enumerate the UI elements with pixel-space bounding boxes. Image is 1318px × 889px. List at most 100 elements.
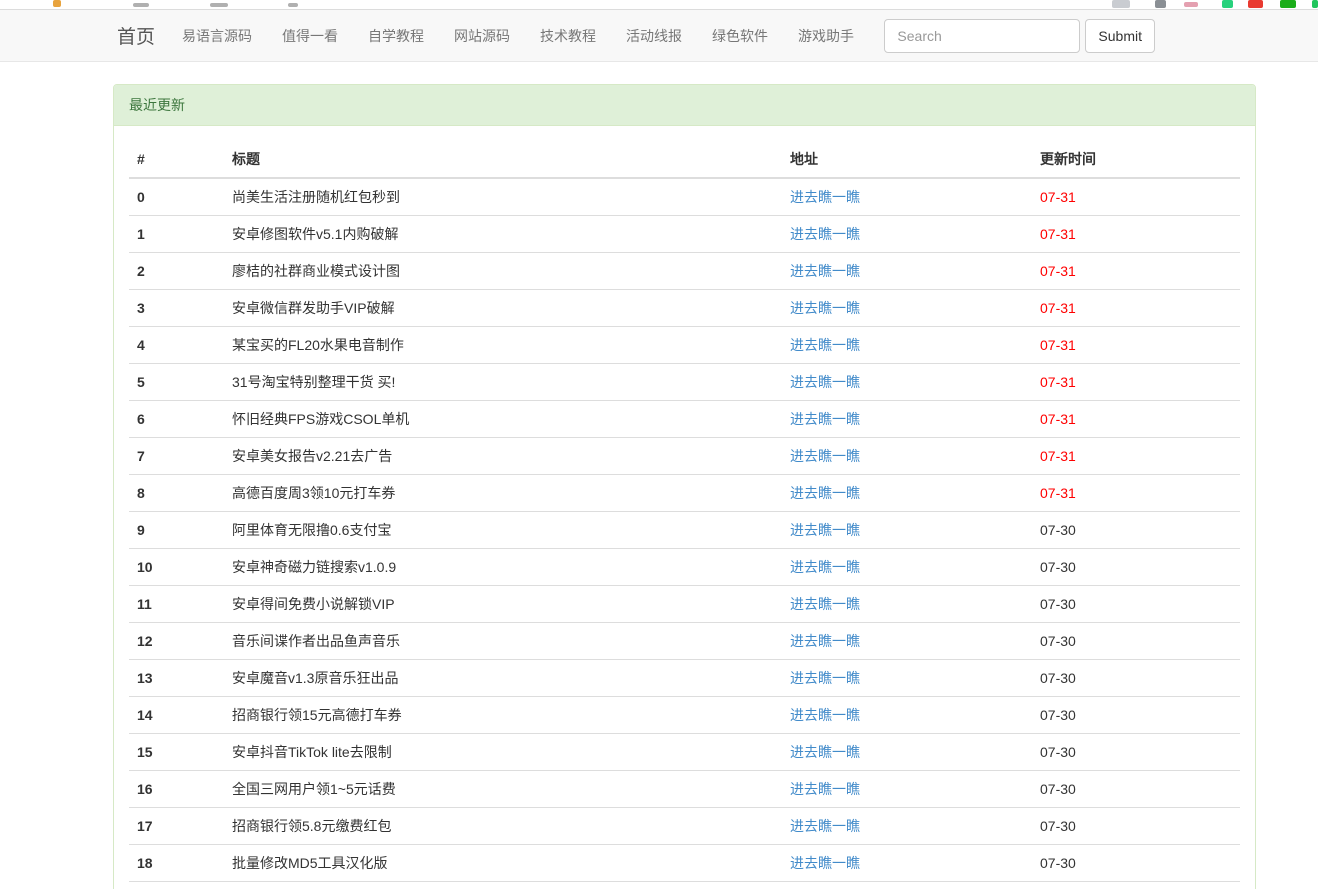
search-submit-button[interactable]: Submit [1085, 19, 1155, 53]
row-visit-link[interactable]: 进去瞧一瞧 [790, 374, 860, 390]
nav-item: 绿色软件 [697, 26, 783, 46]
nav-links: 易语言源码值得一看自学教程网站源码技术教程活动线报绿色软件游戏助手 [167, 26, 869, 46]
row-index: 9 [129, 512, 224, 549]
nav-link-1[interactable]: 值得一看 [267, 26, 353, 46]
row-date: 07-30 [1032, 623, 1240, 660]
table-row: 1 安卓修图软件v5.1内购破解 进去瞧一瞧 07-31 [129, 216, 1240, 253]
row-title: 尚美生活注册随机红包秒到 [224, 178, 782, 216]
row-visit-link[interactable]: 进去瞧一瞧 [790, 189, 860, 205]
table-row: 16 全国三网用户领1~5元话费 进去瞧一瞧 07-30 [129, 771, 1240, 808]
nav-link-0[interactable]: 易语言源码 [167, 26, 267, 46]
row-title: 安卓美女报告v2.21去广告 [224, 438, 782, 475]
row-index: 14 [129, 697, 224, 734]
row-title: 安卓抖音TikTok lite去限制 [224, 734, 782, 771]
row-visit-link[interactable]: 进去瞧一瞧 [790, 855, 860, 871]
nav-home-link[interactable]: 首页 [117, 22, 155, 49]
row-index: 10 [129, 549, 224, 586]
row-visit-link[interactable]: 进去瞧一瞧 [790, 226, 860, 242]
row-title: 批量修改MD5工具汉化版 [224, 845, 782, 882]
nav-item: 网站源码 [439, 26, 525, 46]
extension-icon-fragment [1222, 0, 1233, 8]
row-index: 2 [129, 253, 224, 290]
row-title: 招商银行领5.8元缴费红包 [224, 808, 782, 845]
row-index: 16 [129, 771, 224, 808]
header-index: # [129, 141, 224, 178]
table-row: 14 招商银行领15元高德打车券 进去瞧一瞧 07-30 [129, 697, 1240, 734]
header-title: 标题 [224, 141, 782, 178]
row-date: 07-30 [1032, 660, 1240, 697]
table-row: 15 安卓抖音TikTok lite去限制 进去瞧一瞧 07-30 [129, 734, 1240, 771]
row-title: 某宝买的FL20水果电音制作 [224, 327, 782, 364]
row-visit-link[interactable]: 进去瞧一瞧 [790, 670, 860, 686]
row-index: 3 [129, 290, 224, 327]
nav-link-2[interactable]: 自学教程 [353, 26, 439, 46]
row-visit-link[interactable]: 进去瞧一瞧 [790, 522, 860, 538]
nav-item: 自学教程 [353, 26, 439, 46]
row-index: 13 [129, 660, 224, 697]
bookmark-text-fragment [210, 3, 228, 7]
row-index: 11 [129, 586, 224, 623]
row-date: 07-30 [1032, 845, 1240, 882]
updates-table: # 标题 地址 更新时间 0 尚美生活注册随机红包秒到 进去瞧一瞧 07-31 … [129, 141, 1240, 882]
search-input[interactable] [884, 19, 1080, 53]
nav-item: 值得一看 [267, 26, 353, 46]
nav-link-7[interactable]: 游戏助手 [783, 26, 869, 46]
search-form: Submit [884, 19, 1155, 53]
row-title: 安卓得间免费小说解锁VIP [224, 586, 782, 623]
nav-link-4[interactable]: 技术教程 [525, 26, 611, 46]
header-date: 更新时间 [1032, 141, 1240, 178]
row-title: 阿里体育无限撸0.6支付宝 [224, 512, 782, 549]
row-visit-link[interactable]: 进去瞧一瞧 [790, 448, 860, 464]
row-title: 廖桔的社群商业模式设计图 [224, 253, 782, 290]
extension-icon-fragment [1155, 0, 1166, 8]
nav-link-3[interactable]: 网站源码 [439, 26, 525, 46]
header-link: 地址 [782, 141, 1032, 178]
row-date: 07-30 [1032, 586, 1240, 623]
row-title: 全国三网用户领1~5元话费 [224, 771, 782, 808]
row-title: 安卓微信群发助手VIP破解 [224, 290, 782, 327]
row-visit-link[interactable]: 进去瞧一瞧 [790, 744, 860, 760]
row-date: 07-31 [1032, 178, 1240, 216]
table-row: 2 廖桔的社群商业模式设计图 进去瞧一瞧 07-31 [129, 253, 1240, 290]
row-title: 安卓魔音v1.3原音乐狂出品 [224, 660, 782, 697]
row-title: 音乐间谍作者出品鱼声音乐 [224, 623, 782, 660]
row-index: 12 [129, 623, 224, 660]
row-date: 07-31 [1032, 438, 1240, 475]
row-title: 安卓修图软件v5.1内购破解 [224, 216, 782, 253]
row-index: 15 [129, 734, 224, 771]
row-index: 1 [129, 216, 224, 253]
bookmark-text-fragment [288, 3, 298, 7]
row-index: 8 [129, 475, 224, 512]
row-index: 18 [129, 845, 224, 882]
row-visit-link[interactable]: 进去瞧一瞧 [790, 337, 860, 353]
row-visit-link[interactable]: 进去瞧一瞧 [790, 633, 860, 649]
navbar-container: 首页 易语言源码值得一看自学教程网站源码技术教程活动线报绿色软件游戏助手 Sub… [0, 10, 1318, 61]
row-visit-link[interactable]: 进去瞧一瞧 [790, 300, 860, 316]
row-date: 07-31 [1032, 216, 1240, 253]
table-row: 7 安卓美女报告v2.21去广告 进去瞧一瞧 07-31 [129, 438, 1240, 475]
row-visit-link[interactable]: 进去瞧一瞧 [790, 411, 860, 427]
nav-link-6[interactable]: 绿色软件 [697, 26, 783, 46]
row-title: 31号淘宝特别整理干货 买! [224, 364, 782, 401]
table-row: 0 尚美生活注册随机红包秒到 进去瞧一瞧 07-31 [129, 178, 1240, 216]
row-title: 安卓神奇磁力链搜索v1.0.9 [224, 549, 782, 586]
row-index: 17 [129, 808, 224, 845]
table-row: 10 安卓神奇磁力链搜索v1.0.9 进去瞧一瞧 07-30 [129, 549, 1240, 586]
row-date: 07-30 [1032, 734, 1240, 771]
row-date: 07-30 [1032, 549, 1240, 586]
row-visit-link[interactable]: 进去瞧一瞧 [790, 596, 860, 612]
extension-icon-fragment [1312, 0, 1318, 8]
nav-link-5[interactable]: 活动线报 [611, 26, 697, 46]
row-visit-link[interactable]: 进去瞧一瞧 [790, 818, 860, 834]
row-title: 怀旧经典FPS游戏CSOL单机 [224, 401, 782, 438]
row-visit-link[interactable]: 进去瞧一瞧 [790, 263, 860, 279]
row-index: 0 [129, 178, 224, 216]
row-visit-link[interactable]: 进去瞧一瞧 [790, 559, 860, 575]
row-index: 6 [129, 401, 224, 438]
row-index: 4 [129, 327, 224, 364]
row-visit-link[interactable]: 进去瞧一瞧 [790, 707, 860, 723]
row-visit-link[interactable]: 进去瞧一瞧 [790, 781, 860, 797]
table-row: 18 批量修改MD5工具汉化版 进去瞧一瞧 07-30 [129, 845, 1240, 882]
row-date: 07-31 [1032, 290, 1240, 327]
row-visit-link[interactable]: 进去瞧一瞧 [790, 485, 860, 501]
